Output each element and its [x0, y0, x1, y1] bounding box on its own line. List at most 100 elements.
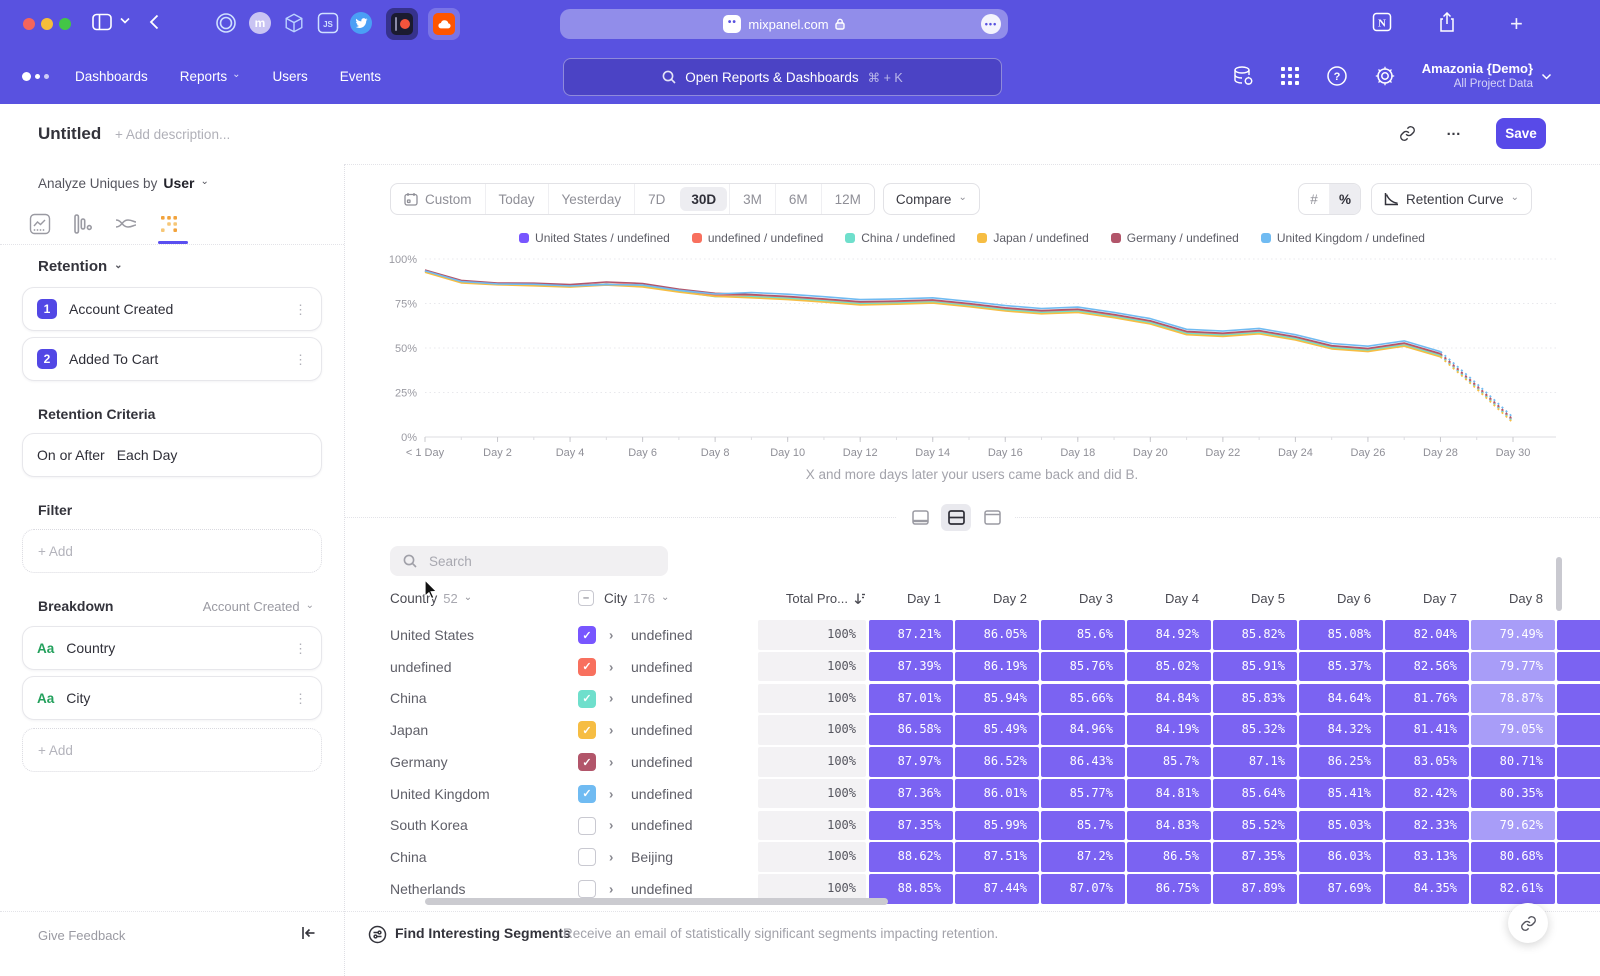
minimize-window-button[interactable] [41, 18, 53, 30]
expand-row-icon[interactable]: › [609, 627, 613, 642]
expand-row-icon[interactable]: › [609, 850, 613, 865]
city-column-header[interactable]: City176⌄ [604, 591, 669, 606]
view-table-only-icon[interactable] [977, 504, 1007, 531]
legend-item[interactable]: China / undefined [845, 231, 955, 245]
retention-step-card-1[interactable]: 1Account Created⋮ [22, 287, 322, 331]
tab-icon-bird[interactable] [350, 12, 372, 34]
save-button[interactable]: Save [1496, 118, 1546, 149]
unit-percent[interactable]: % [1329, 184, 1360, 214]
expand-row-icon[interactable]: › [609, 786, 613, 801]
day-column-header[interactable]: Day 2 [955, 591, 1039, 606]
row-checkbox[interactable]: ✓ [578, 721, 596, 739]
range-3m[interactable]: 3M [729, 184, 775, 214]
retention-step-card-2[interactable]: 2Added To Cart⋮ [22, 337, 322, 381]
project-switcher[interactable]: Amazonia {Demo} All Project Data [1422, 61, 1552, 92]
add-description[interactable]: + Add description... [115, 127, 230, 142]
tab-icon-avatar-m[interactable]: m [249, 12, 271, 34]
analyze-entity-dropdown[interactable]: User [163, 175, 194, 191]
chart-type-dropdown[interactable]: Retention Curve⌄ [1371, 183, 1532, 215]
day-column-header[interactable]: Day 7 [1385, 591, 1469, 606]
tab-insights-icon[interactable] [27, 211, 53, 237]
tab-funnels-icon[interactable] [70, 211, 96, 237]
expand-row-icon[interactable]: › [609, 659, 613, 674]
criteria-card[interactable]: On or After Each Day [22, 433, 322, 477]
share-icon[interactable] [1438, 12, 1456, 33]
data-management-icon[interactable] [1232, 65, 1254, 87]
criteria-interval[interactable]: Each Day [117, 447, 178, 463]
add-breakdown-button[interactable]: + Add [22, 728, 322, 772]
day-column-header[interactable]: Day 3 [1041, 591, 1125, 606]
tab-icon-timer[interactable] [215, 12, 237, 34]
tab-retention-icon[interactable] [156, 211, 182, 237]
compare-button[interactable]: Compare⌄ [883, 183, 980, 215]
breakdown-scope-dropdown[interactable]: Account Created⌄ [203, 599, 314, 614]
range-custom[interactable]: Custom [391, 184, 485, 214]
range-30d[interactable]: 30D [680, 187, 727, 211]
apps-grid-icon[interactable] [1280, 66, 1300, 86]
url-more-icon[interactable]: ••• [981, 14, 1001, 34]
notion-tab-icon[interactable]: N [1372, 12, 1392, 32]
view-split-icon[interactable] [941, 504, 971, 531]
legend-item[interactable]: United States / undefined [519, 231, 670, 245]
table-search-input[interactable]: Search [390, 546, 668, 576]
legend-item[interactable]: Japan / undefined [977, 231, 1088, 245]
tab-icon-soundcloud-app[interactable] [428, 8, 460, 40]
tab-flows-icon[interactable] [113, 211, 139, 237]
nav-item-events[interactable]: Events [340, 69, 381, 84]
report-title[interactable]: Untitled [38, 124, 101, 144]
range-12m[interactable]: 12M [821, 184, 874, 214]
global-search[interactable]: Open Reports & Dashboards ⌘ + K [563, 58, 1002, 96]
day-column-header[interactable]: Day 1 [869, 591, 953, 606]
unit-absolute[interactable]: # [1299, 184, 1329, 214]
close-window-button[interactable] [23, 18, 35, 30]
back-icon[interactable] [149, 14, 159, 30]
nav-item-users[interactable]: Users [272, 69, 307, 84]
tab-icon-record-app[interactable] [386, 8, 418, 40]
tab-icon-cube[interactable] [283, 12, 305, 34]
day-column-header[interactable]: Day 8 [1471, 591, 1555, 606]
view-chart-only-icon[interactable] [905, 504, 935, 531]
row-checkbox[interactable]: ✓ [578, 753, 596, 771]
total-column-header[interactable]: Total Pro... [758, 591, 866, 606]
expand-row-icon[interactable]: › [609, 818, 613, 833]
give-feedback-link[interactable]: Give Feedback [38, 928, 125, 943]
expand-row-icon[interactable]: › [609, 754, 613, 769]
new-tab-icon[interactable]: + [1510, 11, 1523, 37]
criteria-window[interactable]: On or After [37, 447, 105, 463]
retention-section-header[interactable]: Retention⌄ [38, 258, 123, 275]
expand-row-icon[interactable]: › [609, 723, 613, 738]
more-actions-icon[interactable]: … [1446, 122, 1462, 139]
day-column-header[interactable]: Day 4 [1127, 591, 1211, 606]
legend-item[interactable]: undefined / undefined [692, 231, 823, 245]
legend-item[interactable]: United Kingdom / undefined [1261, 231, 1425, 245]
day-column-header[interactable]: Day 6 [1299, 591, 1383, 606]
address-bar[interactable]: •• mixpanel.com ••• [560, 9, 1008, 39]
expand-row-icon[interactable]: › [609, 881, 613, 896]
settings-gear-icon[interactable] [1374, 65, 1396, 87]
chevron-down-icon[interactable] [120, 17, 130, 24]
select-all-checkbox[interactable]: – [578, 590, 594, 606]
row-checkbox[interactable]: ✓ [578, 658, 596, 676]
legend-item[interactable]: Germany / undefined [1111, 231, 1239, 245]
kebab-menu-icon[interactable]: ⋮ [294, 642, 307, 655]
day-column-header[interactable]: Day 5 [1213, 591, 1297, 606]
add-filter-button[interactable]: + Add [22, 529, 322, 573]
maximize-window-button[interactable] [59, 18, 71, 30]
row-checkbox[interactable] [578, 880, 596, 898]
row-checkbox[interactable]: ✓ [578, 626, 596, 644]
copy-link-icon[interactable] [1399, 125, 1416, 142]
range-6m[interactable]: 6M [775, 184, 821, 214]
footer-title[interactable]: Find Interesting Segments [395, 925, 571, 941]
help-icon[interactable]: ? [1326, 65, 1348, 87]
range-yesterday[interactable]: Yesterday [548, 184, 635, 214]
row-checkbox[interactable] [578, 848, 596, 866]
vertical-scrollbar[interactable] [1556, 557, 1562, 611]
sidebar-toggle-icon[interactable] [92, 13, 112, 31]
mixpanel-logo[interactable] [22, 72, 49, 81]
kebab-menu-icon[interactable]: ⋮ [294, 692, 307, 705]
breakdown-card-country[interactable]: AaCountry⋮ [22, 626, 322, 670]
row-checkbox[interactable] [578, 817, 596, 835]
collapse-sidebar-icon[interactable] [301, 926, 316, 940]
share-link-floating-button[interactable] [1508, 903, 1548, 943]
tab-icon-js[interactable]: JS [317, 12, 339, 34]
